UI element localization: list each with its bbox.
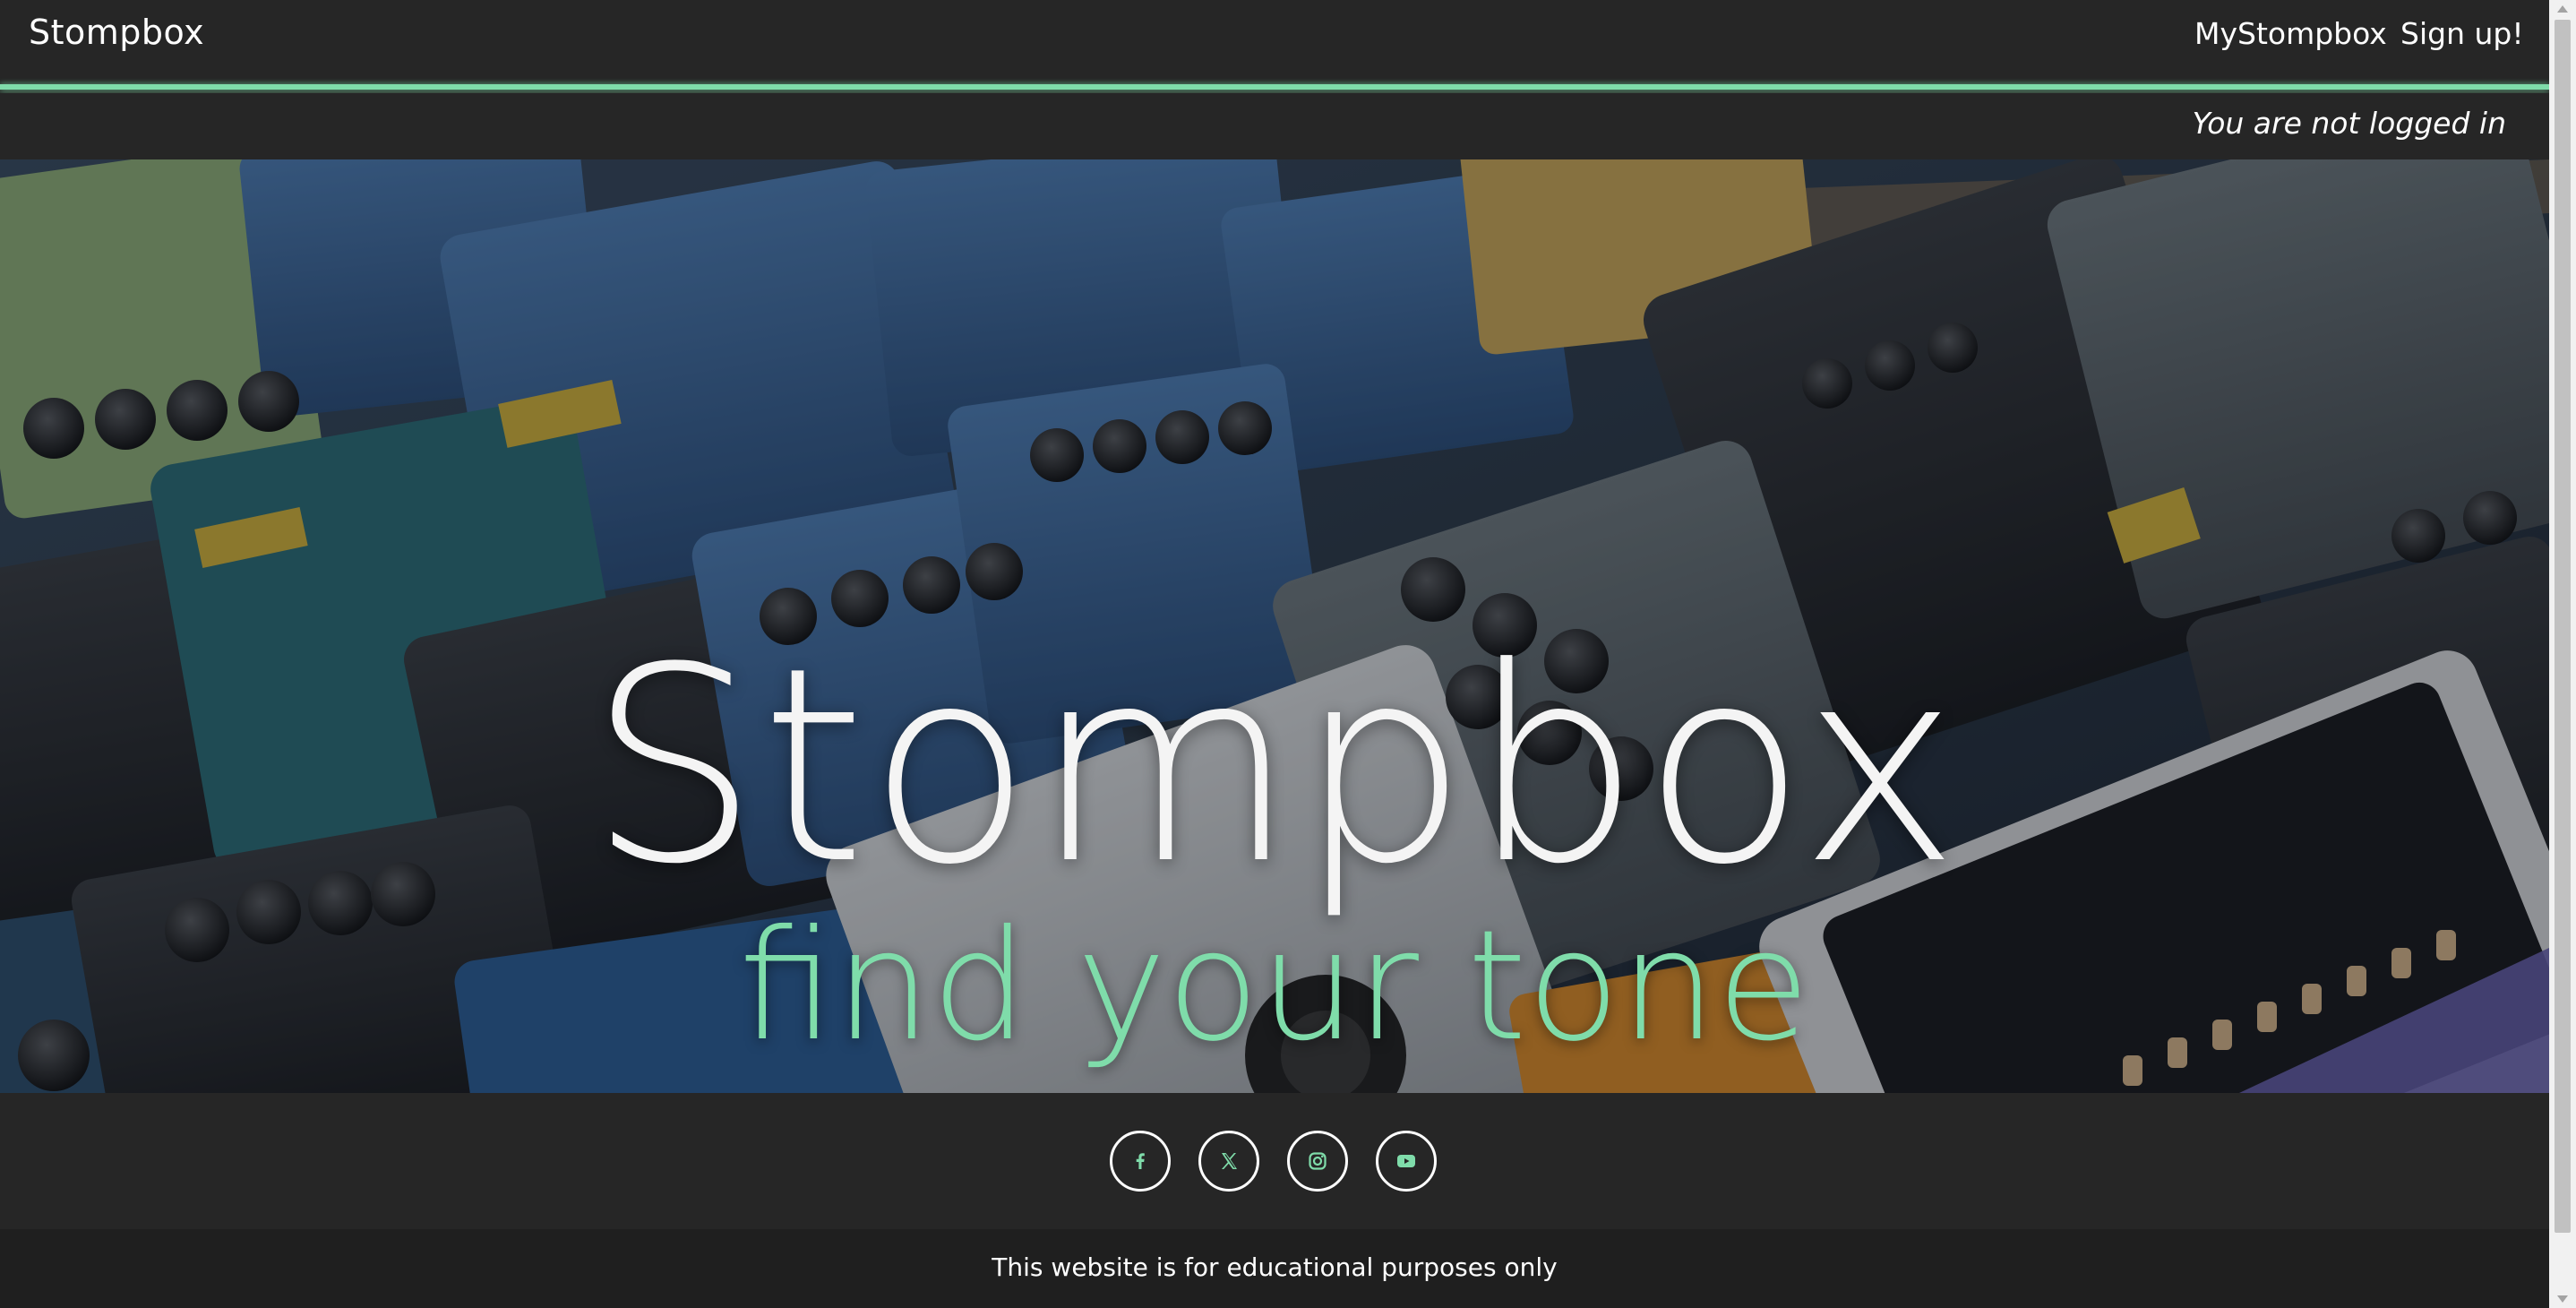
accent-divider xyxy=(0,84,2549,90)
facebook-icon xyxy=(1136,1153,1145,1169)
scroll-down-arrow-icon[interactable] xyxy=(2557,1295,2568,1303)
youtube-button[interactable] xyxy=(1376,1131,1437,1192)
youtube-icon xyxy=(1397,1155,1415,1167)
hero-title: Stompbox xyxy=(588,610,1962,923)
hero-banner: Stompbox find your tone xyxy=(0,159,2549,1093)
social-links xyxy=(0,1093,2549,1229)
nav-mystompbox-link[interactable]: MyStompbox xyxy=(2194,16,2387,51)
scrollbar-thumb[interactable] xyxy=(2555,20,2571,1233)
x-icon xyxy=(1222,1153,1237,1169)
hero-tagline: find your tone xyxy=(738,898,1811,1075)
top-navbar: Stompbox MyStompbox Sign up! xyxy=(0,0,2549,84)
brand-link[interactable]: Stompbox xyxy=(29,13,204,52)
app-root: Stompbox MyStompbox Sign up! You are not… xyxy=(0,0,2576,1308)
instagram-button[interactable] xyxy=(1287,1131,1348,1192)
vertical-scrollbar[interactable] xyxy=(2549,0,2576,1308)
login-status-text: You are not logged in xyxy=(2192,106,2506,141)
nav-signup-link[interactable]: Sign up! xyxy=(2400,16,2524,51)
x-button[interactable] xyxy=(1198,1131,1259,1192)
instagram-icon xyxy=(1309,1152,1327,1170)
footer: This website is for educational purposes… xyxy=(0,1229,2549,1308)
facebook-button[interactable] xyxy=(1110,1131,1171,1192)
login-status-bar: You are not logged in xyxy=(0,93,2549,159)
footer-disclaimer: This website is for educational purposes… xyxy=(992,1252,1558,1282)
scroll-up-arrow-icon[interactable] xyxy=(2557,5,2568,13)
page: Stompbox MyStompbox Sign up! You are not… xyxy=(0,0,2549,1308)
